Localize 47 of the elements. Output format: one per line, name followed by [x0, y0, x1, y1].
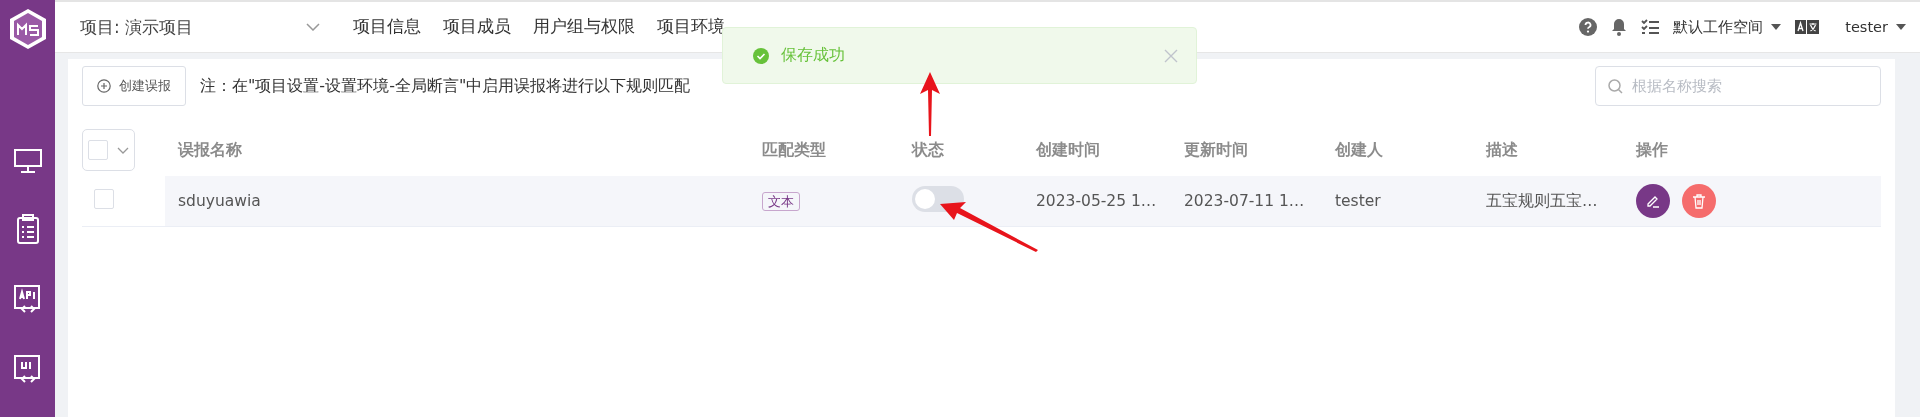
checklist-icon[interactable] [1641, 19, 1660, 35]
chevron-down-icon [306, 23, 320, 31]
checkbox[interactable] [94, 189, 114, 209]
toast-message: 保存成功 [781, 45, 845, 66]
nav-link[interactable]: 项目成员 [443, 16, 511, 38]
trash-icon [1692, 193, 1706, 209]
check-circle-icon [753, 47, 769, 64]
column-header: 描述 [1484, 139, 1519, 161]
note-text: 注：在"项目设置-设置环境-全局断言"中启用误报将进行以下规则匹配 [200, 75, 691, 97]
ui-icon[interactable] [12, 354, 43, 384]
plus-circle-icon [97, 79, 111, 93]
table-cell-text: 2023-07-11 1… [1183, 192, 1305, 210]
api-icon[interactable] [12, 284, 43, 314]
column-header: 更新时间 [1183, 139, 1249, 161]
delete-button[interactable] [1682, 184, 1716, 218]
match-type-tag: 文本 [762, 191, 800, 211]
create-button[interactable]: 创建误报 [82, 66, 186, 106]
table-cell-text: 2023-05-25 1… [1035, 192, 1157, 210]
bell-icon[interactable] [1611, 18, 1628, 36]
user-dropdown[interactable]: tester [1845, 19, 1906, 35]
workspace-dropdown[interactable]: 默认工作空间 [1673, 17, 1782, 37]
logo-icon [7, 8, 48, 50]
table-cell-text: tester [1334, 192, 1381, 210]
column-header: 创建时间 [1035, 139, 1101, 161]
edit-button[interactable] [1636, 184, 1670, 218]
chevron-down-icon [117, 146, 130, 154]
nav-link[interactable]: 项目信息 [353, 16, 421, 38]
project-select[interactable]: 项目: 演示项目 [80, 15, 320, 39]
caret-icon [1771, 24, 1782, 30]
column-header: 状态 [910, 139, 945, 161]
monitor-icon[interactable] [13, 148, 42, 174]
annotation-arrow [918, 72, 942, 136]
checkbox[interactable] [87, 140, 108, 160]
pencil-icon [1646, 194, 1660, 208]
column-header: 匹配类型 [761, 139, 827, 161]
nav-link[interactable]: 用户组与权限 [533, 16, 635, 38]
help-icon[interactable] [1579, 18, 1598, 36]
table-cell-text: sduyuawia [177, 192, 261, 210]
table-cell-text: 五宝规则五宝… [1485, 190, 1598, 212]
clipboard-icon[interactable] [15, 214, 40, 244]
column-header: 创建人 [1334, 139, 1384, 161]
translate-icon[interactable] [1795, 20, 1820, 34]
search-field[interactable]: 根据名称搜索 [1595, 66, 1881, 106]
nav-link[interactable]: 项目环境 [657, 16, 725, 38]
column-header: 误报名称 [176, 139, 243, 161]
column-header: 操作 [1635, 139, 1669, 161]
caret-icon [1896, 24, 1906, 30]
